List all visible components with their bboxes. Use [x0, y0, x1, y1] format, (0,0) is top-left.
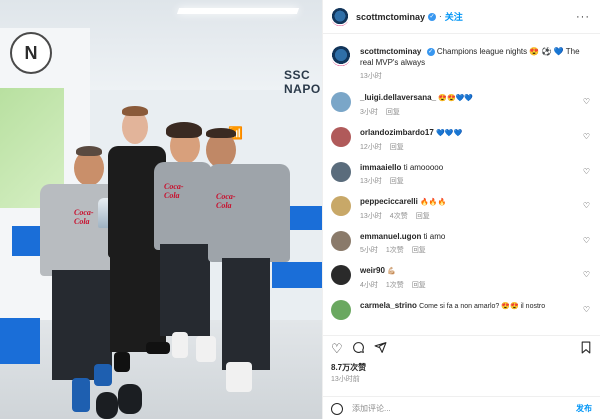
avatar[interactable]: [331, 265, 351, 285]
comment-likes[interactable]: 1次赞: [386, 247, 404, 254]
comment-likes[interactable]: 4次赞: [390, 213, 408, 220]
slipper-2: [118, 384, 142, 414]
avatar[interactable]: [331, 46, 351, 66]
comment-text: 😍😍💙💙: [438, 95, 474, 102]
ceiling-light: [176, 8, 300, 14]
caption-username[interactable]: scottmctominay: [360, 47, 421, 56]
comment-item: peppeciccarelli 🔥🔥🔥 13小时 4次赞 回复 ♡: [323, 196, 600, 222]
reply-button[interactable]: 回复: [412, 247, 426, 254]
heart-icon[interactable]: ♡: [331, 342, 343, 355]
avatar[interactable]: [331, 231, 351, 251]
post-sidebar: scottmctominay ✓ · 关注 ··· scottmctominay…: [322, 0, 600, 419]
reply-button[interactable]: 回复: [390, 178, 404, 185]
follow-button[interactable]: 关注: [445, 10, 463, 23]
avatar[interactable]: [331, 127, 351, 147]
slipper-1: [96, 392, 118, 419]
post-button[interactable]: 发布: [576, 403, 592, 414]
like-count[interactable]: 8.7万次赞: [331, 362, 366, 373]
comment-text: ti amo: [423, 232, 446, 241]
reply-button[interactable]: 回复: [412, 282, 426, 289]
comment-time: 3小时: [360, 109, 378, 116]
action-bar: ♡: [323, 335, 600, 360]
like-comment-icon[interactable]: ♡: [583, 305, 590, 314]
comment-username[interactable]: _luigi.dellaversana_: [360, 93, 436, 102]
add-comment-bar: 添加评论... 发布: [323, 396, 600, 420]
bench-right-2: [290, 206, 322, 230]
comment-time: 5小时: [360, 247, 378, 254]
bench-left-lower: [0, 318, 40, 364]
comment-icon[interactable]: [352, 341, 365, 356]
like-comment-icon[interactable]: ♡: [583, 167, 590, 176]
avatar[interactable]: [331, 300, 351, 320]
comment-item: _luigi.dellaversana_ 😍😍💙💙 3小时 回复 ♡: [323, 92, 600, 118]
reply-button[interactable]: 回复: [386, 109, 400, 116]
avatar[interactable]: [331, 162, 351, 182]
comment-time: 4小时: [360, 282, 378, 289]
comment-username[interactable]: orlandozimbardo17: [360, 128, 434, 137]
comment-username[interactable]: immaaiello: [360, 163, 401, 172]
napoli-logo: N: [10, 32, 52, 74]
comment-text: Come si fa a non amarlo? 😍😍 il nostro: [419, 303, 546, 310]
comment-text: 🔥🔥🔥: [420, 199, 447, 206]
reply-button[interactable]: 回复: [390, 144, 404, 151]
comment-time: 13小时: [360, 178, 382, 185]
caption-time: 13小时: [360, 73, 382, 80]
reply-button[interactable]: 回复: [416, 213, 430, 220]
verified-icon: ✓: [428, 12, 437, 21]
comment-username[interactable]: peppeciccarelli: [360, 197, 418, 206]
emoji-icon[interactable]: [331, 402, 343, 415]
post-time: 13小时前: [331, 376, 360, 383]
bookmark-icon[interactable]: [580, 341, 592, 356]
like-comment-icon[interactable]: ♡: [583, 132, 590, 141]
verified-icon: ✓: [426, 47, 435, 56]
sponsor-text-3: Coca-Cola: [216, 192, 236, 210]
comment-text: 💪🏼: [387, 268, 396, 275]
comment-username[interactable]: weir90: [360, 266, 385, 275]
share-icon[interactable]: [374, 341, 387, 356]
comment-time: 13小时: [360, 213, 382, 220]
like-comment-icon[interactable]: ♡: [583, 236, 590, 245]
avatar[interactable]: [331, 196, 351, 216]
post-header: scottmctominay ✓ · 关注 ···: [323, 0, 600, 34]
comment-item: carmela_strino Come si fa a non amarlo? …: [323, 300, 600, 320]
comment-input[interactable]: 添加评论...: [352, 403, 391, 414]
caption: scottmctominay ✓ Champions league nights…: [323, 46, 600, 82]
sponsor-text-2: Coca-Cola: [164, 182, 184, 200]
bench-right: [272, 262, 322, 288]
comment-text: ti amooooo: [403, 163, 444, 172]
comment-username[interactable]: emmanuel.ugon: [360, 232, 421, 241]
comments-list[interactable]: scottmctominay ✓ Champions league nights…: [323, 34, 600, 334]
like-comment-icon[interactable]: ♡: [583, 270, 590, 279]
more-options-icon[interactable]: ···: [576, 11, 590, 23]
post-photo[interactable]: N SSC NAPO 📶 Coca-Cola: [0, 0, 322, 419]
comment-item: orlandozimbardo17 💙💙💙 12小时 回复 ♡: [323, 127, 600, 153]
comment-item: emmanuel.ugon ti amo 5小时 1次赞 回复 ♡: [323, 231, 600, 256]
comment-item: immaaiello ti amooooo 13小时 回复 ♡: [323, 162, 600, 187]
comment-item: weir90 💪🏼 4小时 1次赞 回复 ♡: [323, 265, 600, 291]
avatar[interactable]: [331, 7, 349, 26]
header-username[interactable]: scottmctominay: [356, 12, 425, 22]
separator-dot: ·: [439, 12, 442, 21]
comment-time: 12小时: [360, 144, 382, 151]
comment-text: 💙💙💙: [436, 130, 463, 137]
comment-username[interactable]: carmela_strino: [360, 301, 417, 310]
like-comment-icon[interactable]: ♡: [583, 97, 590, 106]
wall-brand-text: SSC NAPO: [284, 68, 321, 96]
avatar[interactable]: [331, 92, 351, 112]
comment-likes[interactable]: 1次赞: [386, 282, 404, 289]
sponsor-text: Coca-Cola: [74, 208, 94, 226]
like-comment-icon[interactable]: ♡: [583, 201, 590, 210]
